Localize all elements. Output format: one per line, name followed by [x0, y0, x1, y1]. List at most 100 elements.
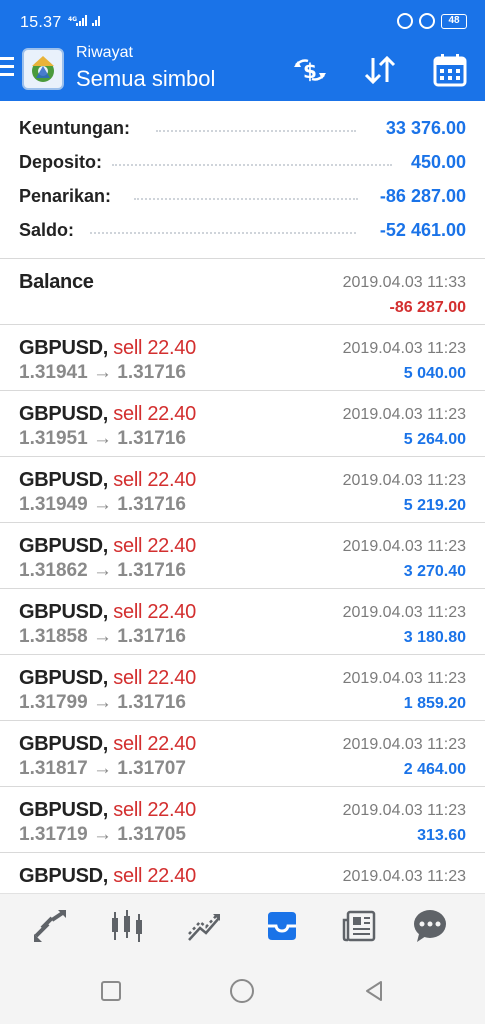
- deal-side: sell 22.40: [113, 667, 196, 689]
- operation-type: Balance: [19, 271, 94, 293]
- deal-prices: 1.31941 → 1.31716: [19, 362, 186, 383]
- recents-icon[interactable]: [97, 977, 125, 1005]
- history-row[interactable]: GBPUSD, sell 22.40 1.31817 → 1.31707 201…: [0, 721, 485, 787]
- deal-symbol: GBPUSD, sell 22.40: [19, 535, 196, 557]
- calendar-icon[interactable]: [430, 50, 470, 90]
- summary-value: -86 287.00: [379, 186, 466, 206]
- screen-subtitle: Riwayat: [76, 44, 133, 61]
- arrow-icon: →: [92, 626, 112, 647]
- account-summary: Keuntungan: 33 376.00 Deposito: 450.00 P…: [0, 112, 485, 248]
- news-icon[interactable]: [340, 906, 380, 946]
- deal-profit: 313.60: [417, 827, 466, 844]
- status-right: 48: [397, 13, 467, 29]
- history-row[interactable]: GBPUSD, sell 22.40 2019.04.03 11:23: [0, 853, 485, 892]
- history-row[interactable]: GBPUSD, sell 22.40 1.31719 → 1.31705 201…: [0, 787, 485, 853]
- deal-time: 2019.04.03 11:23: [342, 406, 466, 423]
- quotes-icon[interactable]: [30, 906, 70, 946]
- deal-profit: 5 264.00: [403, 431, 466, 448]
- deal-time: 2019.04.03 11:23: [342, 340, 466, 357]
- history-icon[interactable]: [262, 906, 302, 946]
- history-row[interactable]: GBPUSD, sell 22.40 1.31941 → 1.31716 201…: [0, 325, 485, 391]
- messages-icon[interactable]: [410, 906, 450, 946]
- system-nav-bar: [0, 957, 485, 1024]
- summary-value: 450.00: [410, 152, 466, 172]
- trade-icon[interactable]: [184, 906, 224, 946]
- deal-prices: 1.31951 → 1.31716: [19, 428, 186, 449]
- back-icon[interactable]: [360, 977, 388, 1005]
- history-row[interactable]: GBPUSD, sell 22.40 1.31799 → 1.31716 201…: [0, 655, 485, 721]
- summary-row-withdrawal: Penarikan: -86 287.00: [0, 180, 485, 214]
- deal-time: 2019.04.03 11:23: [342, 736, 466, 753]
- arrow-icon: →: [92, 560, 112, 581]
- summary-row-balance: Saldo: -52 461.00: [0, 214, 485, 248]
- deal-side: sell 22.40: [113, 601, 196, 623]
- currency-exchange-icon[interactable]: $: [290, 50, 330, 90]
- summary-row-deposit: Deposito: 450.00: [0, 146, 485, 180]
- summary-label: Penarikan:: [19, 186, 112, 206]
- deal-side: sell 22.40: [113, 403, 196, 425]
- screen-title[interactable]: Semua simbol: [76, 66, 215, 92]
- deal-symbol: GBPUSD, sell 22.40: [19, 799, 196, 821]
- vpn-icon: [397, 13, 413, 29]
- network-type: 4G: [68, 16, 77, 23]
- arrow-icon: →: [92, 824, 112, 845]
- sort-icon[interactable]: [360, 50, 400, 90]
- history-row[interactable]: GBPUSD, sell 22.40 1.31862 → 1.31716 201…: [0, 523, 485, 589]
- menu-icon[interactable]: [0, 57, 14, 77]
- deal-side: sell 22.40: [113, 865, 196, 887]
- bottom-tab-bar: [0, 893, 485, 957]
- deal-side: sell 22.40: [113, 337, 196, 359]
- summary-value: -52 461.00: [379, 220, 466, 240]
- deal-time: 2019.04.03 11:23: [342, 472, 466, 489]
- deal-symbol: GBPUSD, sell 22.40: [19, 601, 196, 623]
- deal-side: sell 22.40: [113, 733, 196, 755]
- arrow-icon: →: [92, 362, 112, 383]
- arrow-icon: →: [92, 758, 112, 779]
- deal-symbol: GBPUSD, sell 22.40: [19, 865, 196, 887]
- summary-label: Deposito:: [19, 152, 102, 172]
- summary-row-profit: Keuntungan: 33 376.00: [0, 112, 485, 146]
- deal-prices: 1.31719 → 1.31705: [19, 824, 186, 845]
- deal-time: 2019.04.03 11:23: [342, 538, 466, 555]
- history-row[interactable]: GBPUSD, sell 22.40 1.31858 → 1.31716 201…: [0, 589, 485, 655]
- battery-icon: 48: [441, 13, 467, 29]
- app-bar: Riwayat Semua simbol $: [0, 40, 485, 101]
- metatrader-logo[interactable]: [22, 48, 64, 90]
- lock-icon: [419, 13, 435, 29]
- deal-profit: 3 270.40: [403, 563, 466, 580]
- deal-symbol: GBPUSD, sell 22.40: [19, 667, 196, 689]
- deal-profit: 2 464.00: [403, 761, 466, 778]
- history-row[interactable]: GBPUSD, sell 22.40 1.31949 → 1.31716 201…: [0, 457, 485, 523]
- deal-side: sell 22.40: [113, 469, 196, 491]
- deal-symbol: GBPUSD, sell 22.40: [19, 469, 196, 491]
- deal-time: 2019.04.03 11:23: [342, 670, 466, 687]
- deal-profit: 5 219.20: [403, 497, 466, 514]
- deal-time: 2019.04.03 11:23: [342, 604, 466, 621]
- status-bar: 15.37 4G 48: [0, 0, 485, 40]
- arrow-icon: →: [92, 428, 112, 449]
- deal-symbol: GBPUSD, sell 22.40: [19, 733, 196, 755]
- deal-profit: 1 859.20: [403, 695, 466, 712]
- history-row-balance[interactable]: Balance 2019.04.03 11:33 -86 287.00: [0, 259, 485, 325]
- deal-time: 2019.04.03 11:23: [342, 868, 466, 885]
- summary-label: Keuntungan:: [19, 118, 130, 138]
- summary-value: 33 376.00: [385, 118, 466, 138]
- deal-prices: 1.31862 → 1.31716: [19, 560, 186, 581]
- deal-symbol: GBPUSD, sell 22.40: [19, 337, 196, 359]
- deal-prices: 1.31799 → 1.31716: [19, 692, 186, 713]
- deal-side: sell 22.40: [113, 799, 196, 821]
- arrow-icon: →: [92, 494, 112, 515]
- history-row[interactable]: GBPUSD, sell 22.40 1.31951 → 1.31716 201…: [0, 391, 485, 457]
- deal-time: 2019.04.03 11:23: [342, 802, 466, 819]
- home-icon[interactable]: [228, 977, 256, 1005]
- deal-prices: 1.31949 → 1.31716: [19, 494, 186, 515]
- operation-time: 2019.04.03 11:33: [342, 274, 466, 291]
- arrow-icon: →: [92, 692, 112, 713]
- status-time: 15.37: [20, 14, 62, 31]
- deal-symbol: GBPUSD, sell 22.40: [19, 403, 196, 425]
- chart-icon[interactable]: [107, 906, 147, 946]
- deal-prices: 1.31817 → 1.31707: [19, 758, 186, 779]
- history-list[interactable]: Balance 2019.04.03 11:33 -86 287.00 GBPU…: [0, 259, 485, 892]
- top-bar: 15.37 4G 48 Riwayat Semua simbol $: [0, 0, 485, 101]
- deal-profit: 3 180.80: [403, 629, 466, 646]
